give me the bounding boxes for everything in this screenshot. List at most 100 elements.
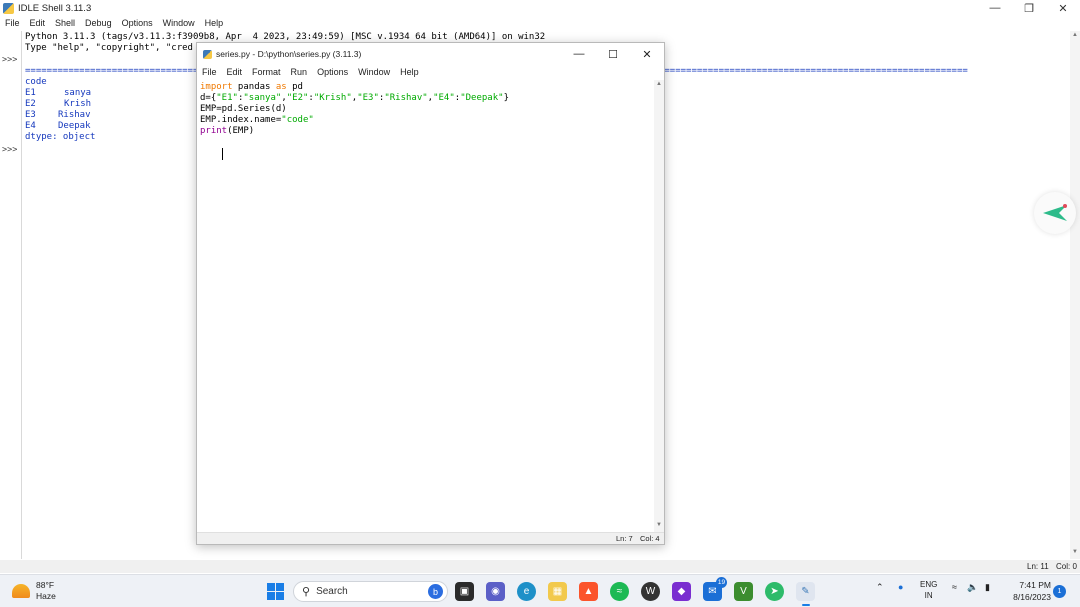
scroll-up-icon[interactable]: ▲ [656, 81, 662, 87]
editor-menu-help[interactable]: Help [400, 67, 419, 77]
scroll-up-icon[interactable]: ▲ [1072, 32, 1078, 38]
clock-date: 8/16/2023 [1013, 592, 1051, 602]
editor-menu-format[interactable]: Format [252, 67, 281, 77]
editor-menu-window[interactable]: Window [358, 67, 390, 77]
task-view-icon[interactable]: ▣ [455, 582, 474, 601]
shell-title: IDLE Shell 3.11.3 [18, 2, 92, 14]
shell-menu-window[interactable]: Window [163, 18, 195, 28]
battery-icon[interactable]: ▮ [985, 582, 990, 593]
idle-taskbar-icon[interactable]: ✎ [796, 582, 815, 606]
close-button[interactable]: ✕ [1046, 0, 1080, 16]
weather-condition: Haze [36, 591, 56, 601]
editor-minimize-button[interactable]: — [562, 43, 596, 65]
vim-icon[interactable]: V [734, 582, 753, 601]
volume-icon[interactable]: 🔈 [967, 582, 978, 593]
region-code: IN [924, 591, 933, 600]
minimize-button[interactable]: — [978, 0, 1012, 16]
output-row-value: sanya [64, 88, 92, 98]
output-row-key: E4 [25, 121, 36, 131]
shell-column-number: Col: 0 [1056, 562, 1077, 571]
editor-column-number: Col: 4 [640, 534, 660, 543]
microphone-icon[interactable]: ● [898, 582, 903, 592]
code-editor-area[interactable]: import pandas as pd d={"E1":"sanya","E2"… [200, 80, 653, 532]
editor-app-icon [203, 49, 212, 59]
code-line: EMP.index.name="code" [200, 115, 314, 125]
language-code: ENG [920, 580, 938, 589]
weather-temperature: 88°F [36, 580, 55, 590]
shell-menu-help[interactable]: Help [205, 18, 224, 28]
editor-menu-run[interactable]: Run [291, 67, 308, 77]
scroll-down-icon[interactable]: ▼ [1072, 549, 1078, 555]
weather-haze-icon [12, 584, 30, 598]
wifi-icon[interactable]: ≈ [952, 582, 957, 592]
weather-widget[interactable]: 88°F Haze [12, 580, 56, 602]
app-icon[interactable]: ◆ [672, 582, 691, 601]
search-icon: ⚲ [302, 586, 311, 598]
shell-menu-file[interactable]: File [5, 18, 20, 28]
start-button[interactable] [267, 583, 284, 600]
clock-time: 7:41 PM [1019, 580, 1051, 590]
brave-icon[interactable]: ▲ [579, 582, 598, 601]
taskbar: 88°F Haze ⚲ Search b ▣ ◉ e ▦ ▲ ≈ W ◆ ✉ 19… [0, 574, 1080, 607]
shell-menu-bar: File Edit Shell Debug Options Window Hel… [0, 16, 1080, 30]
windows-logo-icon [267, 583, 275, 591]
tray-chevron-up-icon[interactable]: ⌃ [876, 582, 884, 593]
code-line: print(EMP) [200, 126, 255, 136]
editor-menu-bar: File Edit Format Run Options Window Help [197, 65, 664, 79]
output-row-value: Deepak [58, 121, 91, 131]
output-row-key: E1 [25, 88, 36, 98]
editor-status-bar: Ln: 7 Col: 4 [197, 532, 664, 544]
copilot-side-widget[interactable] [1034, 192, 1076, 234]
active-indicator [802, 604, 810, 606]
editor-menu-file[interactable]: File [202, 67, 217, 77]
text-cursor [222, 148, 223, 160]
code-line: d={"E1":"sanya","E2":"Krish","E3":"Risha… [200, 93, 509, 103]
output-row-value: Rishav [58, 110, 91, 120]
code-line: EMP=pd.Series(d) [200, 104, 287, 114]
shell-menu-edit[interactable]: Edit [30, 18, 46, 28]
shell-status-bar: Ln: 11 Col: 0 [0, 560, 1080, 573]
editor-maximize-button[interactable]: ☐ [596, 43, 630, 65]
shell-menu-debug[interactable]: Debug [85, 18, 112, 28]
spotify-icon[interactable]: ≈ [610, 582, 629, 601]
bing-icon[interactable]: b [428, 584, 443, 599]
mail-icon[interactable]: ✉ 19 [703, 577, 727, 601]
editor-close-button[interactable]: ✕ [630, 43, 664, 65]
editor-line-number: Ln: 7 [616, 534, 633, 543]
taskbar-search[interactable]: ⚲ Search b [293, 581, 448, 602]
wordpress-icon[interactable]: W [641, 582, 660, 601]
shell-prompt: >>> [2, 55, 18, 65]
shell-title-bar: IDLE Shell 3.11.3 — ❐ ✕ [0, 0, 1080, 16]
mail-badge: 19 [716, 577, 727, 588]
shell-line-number: Ln: 11 [1027, 562, 1049, 571]
output-row-key: E2 [25, 99, 36, 109]
editor-menu-edit[interactable]: Edit [227, 67, 243, 77]
output-row-key: E3 [25, 110, 36, 120]
taskbar-clock[interactable]: 7:41 PM 8/16/2023 [1003, 579, 1051, 603]
search-placeholder: Search [316, 586, 348, 597]
scroll-down-icon[interactable]: ▼ [656, 522, 662, 528]
output-dtype: dtype: object [25, 132, 96, 142]
output-header: code [25, 77, 47, 87]
editor-menu-options[interactable]: Options [317, 67, 348, 77]
editor-title-bar: series.py - D:\python\series.py (3.11.3)… [197, 43, 664, 65]
restore-button[interactable]: ❐ [1012, 0, 1046, 16]
banner-line: Type "help", "copyright", "cred [25, 43, 193, 53]
notification-badge[interactable]: 1 [1053, 585, 1066, 598]
shell-menu-shell[interactable]: Shell [55, 18, 75, 28]
output-row-value: Krish [64, 99, 92, 109]
prompt-gutter: >>> >>> [0, 31, 22, 559]
shell-menu-options[interactable]: Options [122, 18, 153, 28]
idle-app-icon [3, 2, 14, 14]
file-explorer-icon[interactable]: ▦ [548, 582, 567, 601]
shell-scrollbar[interactable]: ▲ ▼ [1070, 31, 1080, 559]
send-app-icon[interactable]: ➤ [765, 582, 784, 601]
code-line: import pandas as pd [200, 82, 303, 92]
editor-scrollbar[interactable]: ▲ ▼ [654, 80, 664, 532]
teams-chat-icon[interactable]: ◉ [486, 582, 505, 601]
shell-prompt: >>> [2, 145, 18, 155]
editor-window: series.py - D:\python\series.py (3.11.3)… [196, 42, 665, 545]
editor-title: series.py - D:\python\series.py (3.11.3) [216, 49, 362, 59]
edge-icon[interactable]: e [517, 582, 536, 601]
language-indicator[interactable]: ENG IN [920, 579, 937, 601]
